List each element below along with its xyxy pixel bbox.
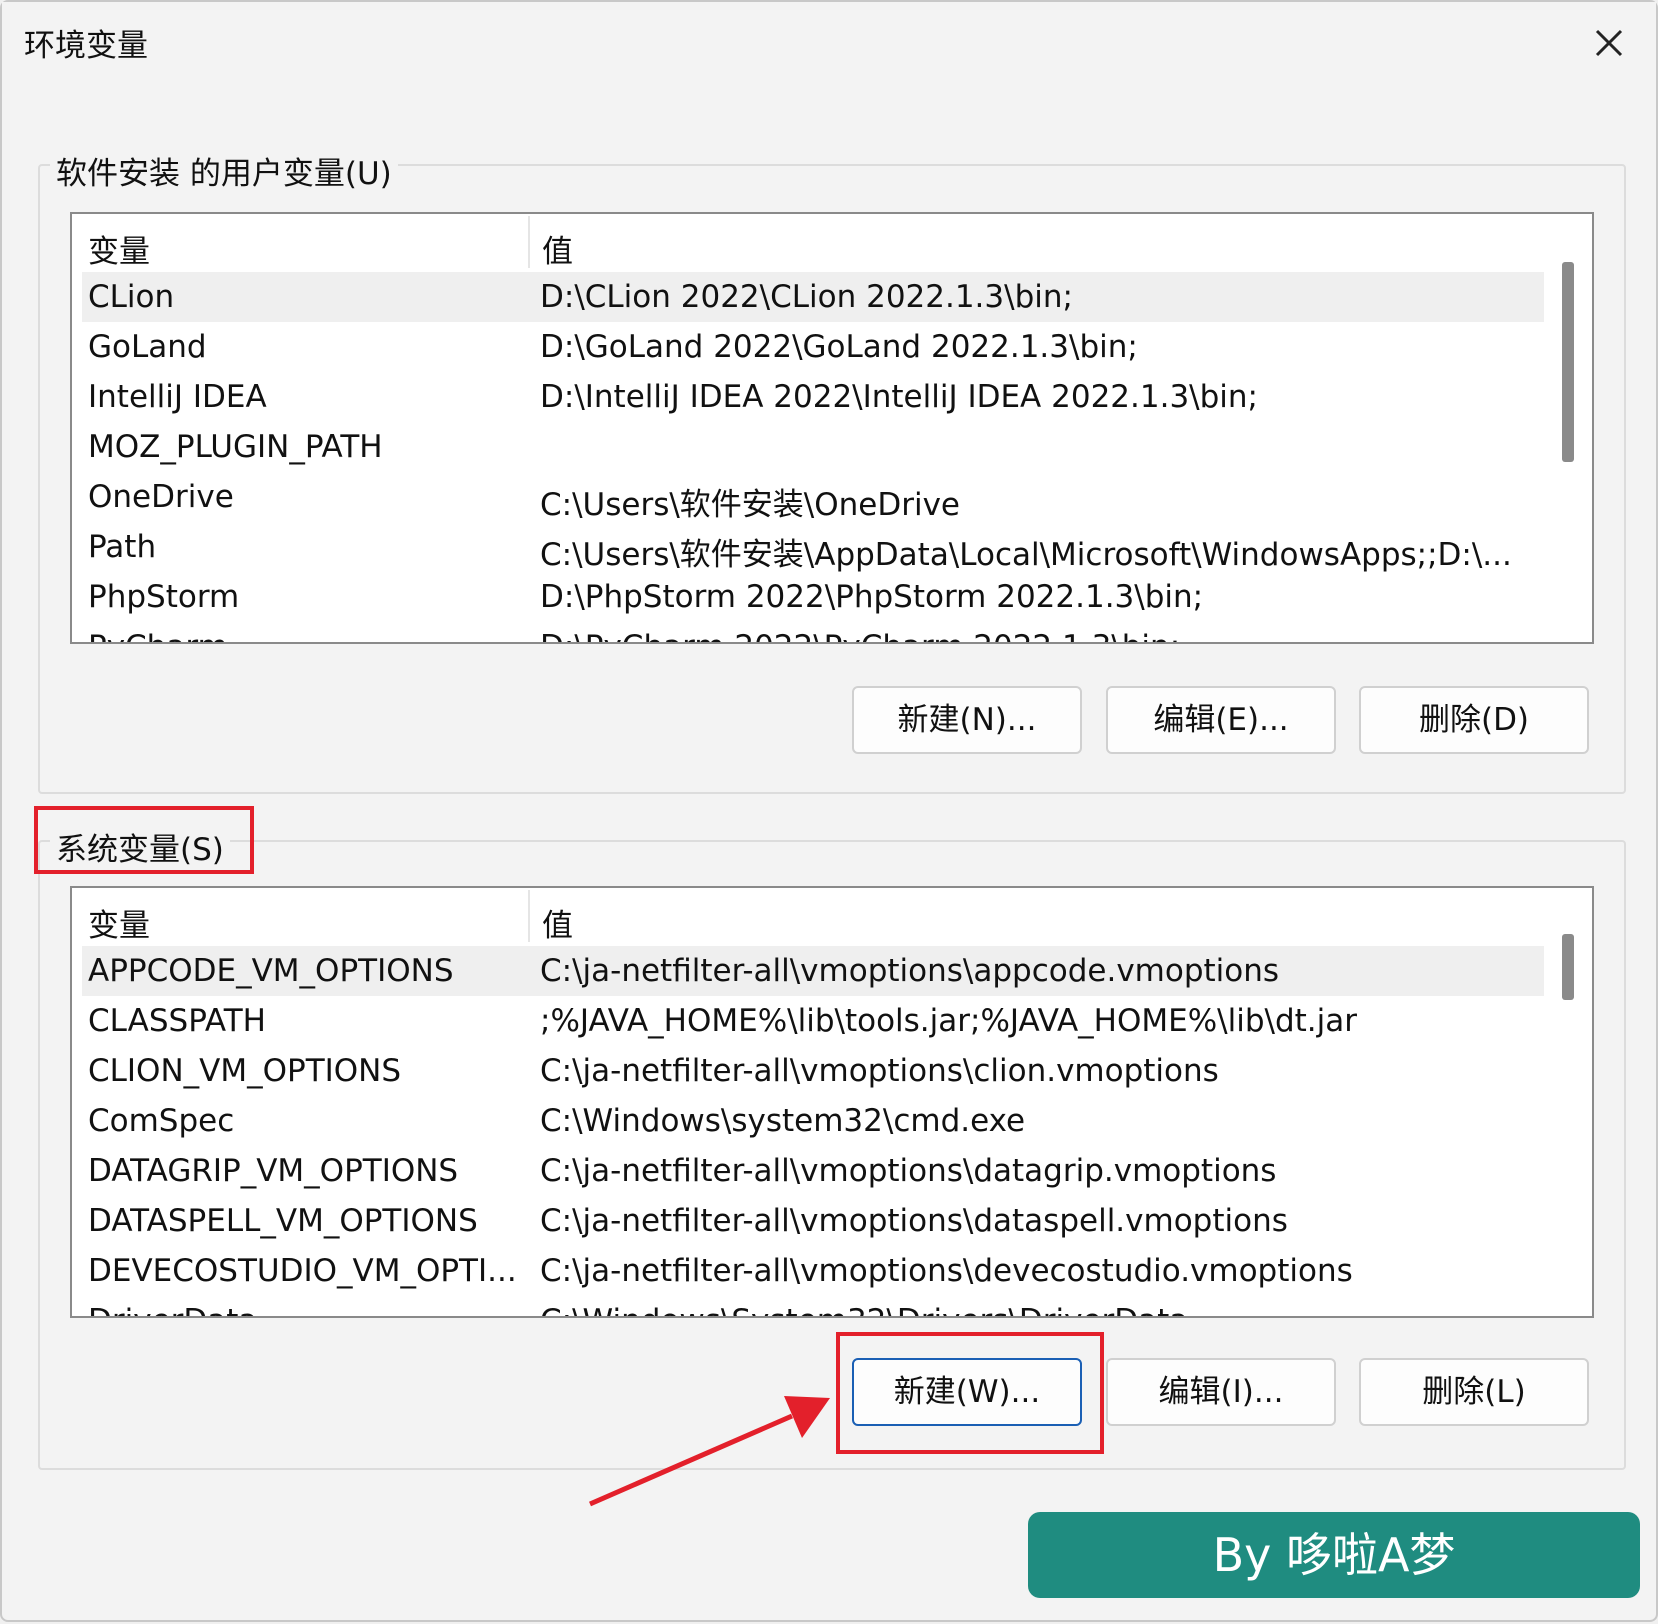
annotation-arrow-icon	[589, 1396, 830, 1507]
watermark-badge: By 哆啦A梦	[1028, 1512, 1640, 1598]
environment-variables-dialog: 环境变量 软件安装 的用户变量(U) 变量 值 CLion D:\CLion 2…	[0, 0, 1658, 1622]
